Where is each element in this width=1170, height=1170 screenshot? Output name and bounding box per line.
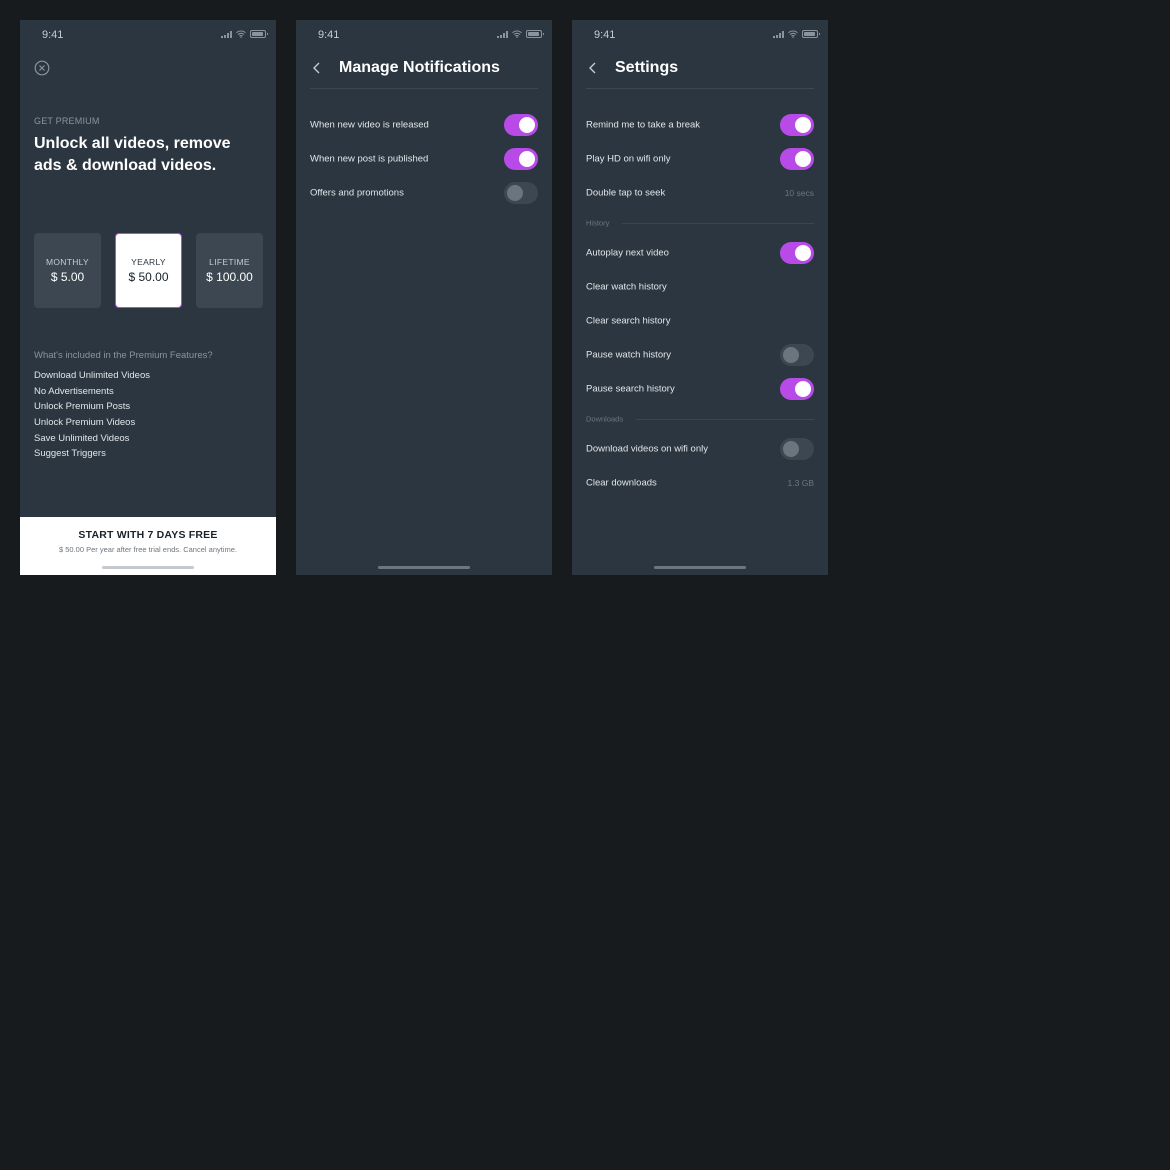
setting-row: Autoplay next video xyxy=(586,236,814,270)
plan-label: MONTHLY xyxy=(45,257,90,267)
feature-item: Unlock Premium Posts xyxy=(34,401,131,413)
close-icon[interactable] xyxy=(34,60,50,76)
setting-row: Pause watch history xyxy=(586,338,814,372)
row-label: Offers and promotions xyxy=(310,187,404,199)
row-label: Autoplay next video xyxy=(586,247,669,259)
row-label: Pause search history xyxy=(586,383,675,395)
notification-row: When new video is released xyxy=(310,108,538,142)
row-label: Play HD on wifi only xyxy=(586,153,671,165)
plan-lifetime[interactable]: LIFETIME $ 100.00 xyxy=(196,233,263,308)
home-indicator xyxy=(654,566,746,569)
toggle-switch[interactable] xyxy=(780,148,814,170)
toggle-switch[interactable] xyxy=(780,344,814,366)
wifi-icon xyxy=(512,30,522,38)
row-label: Pause watch history xyxy=(586,349,672,361)
premium-headline: Unlock all videos, remove ads & download… xyxy=(34,135,231,174)
section-header-history: History xyxy=(586,210,814,236)
battery-icon xyxy=(250,30,268,38)
feature-item: Unlock Premium Videos xyxy=(34,417,136,429)
start-trial-button[interactable]: START WITH 7 DAYS FREE $ 50.00 Per year … xyxy=(20,517,276,575)
home-indicator xyxy=(378,566,470,569)
signal-icon xyxy=(773,30,784,38)
battery-icon xyxy=(802,30,820,38)
cta-title: START WITH 7 DAYS FREE xyxy=(78,529,218,541)
row-label: Download videos on wifi only xyxy=(586,443,708,455)
plan-price: $ 5.00 xyxy=(50,270,85,284)
plan-monthly[interactable]: MONTHLY $ 5.00 xyxy=(34,233,101,308)
row-value: 10 secs xyxy=(784,188,814,198)
page-title: Settings xyxy=(615,59,679,76)
toggle-switch[interactable] xyxy=(780,242,814,264)
signal-icon xyxy=(221,30,232,38)
back-chevron-icon[interactable] xyxy=(310,61,324,75)
features-title: What's included in the Premium Features? xyxy=(34,350,213,361)
status-bar: 9:41 xyxy=(20,20,276,50)
setting-row[interactable]: Clear watch history xyxy=(586,270,814,304)
status-bar: 9:41 xyxy=(296,20,552,50)
notification-row: Offers and promotions xyxy=(310,176,538,210)
toggle-switch[interactable] xyxy=(780,438,814,460)
notifications-screen: 9:41 Manage Notifications When new video… xyxy=(296,20,552,575)
header: Settings xyxy=(586,56,814,89)
row-label: When new video is released xyxy=(310,119,429,131)
feature-item: No Advertisements xyxy=(34,385,114,397)
row-label: Clear downloads xyxy=(586,477,657,489)
section-header-downloads: Downloads xyxy=(586,406,814,432)
status-time: 9:41 xyxy=(42,29,64,41)
page-title: Manage Notifications xyxy=(339,59,500,76)
wifi-icon xyxy=(236,30,246,38)
plan-yearly[interactable]: YEARLY $ 50.00 xyxy=(115,233,182,308)
toggle-switch[interactable] xyxy=(780,378,814,400)
toggle-switch[interactable] xyxy=(504,114,538,136)
cta-subtitle: $ 50.00 Per year after free trial ends. … xyxy=(58,545,237,554)
section-label: Downloads xyxy=(586,414,632,424)
setting-row: Download videos on wifi only xyxy=(586,432,814,466)
wifi-icon xyxy=(788,30,798,38)
row-label: Double tap to seek xyxy=(586,187,666,199)
feature-item: Save Unlimited Videos xyxy=(34,432,130,444)
settings-screen: 9:41 Settings Remind me to take a break … xyxy=(572,20,828,575)
features-list: Download Unlimited Videos No Advertiseme… xyxy=(34,368,150,462)
section-label: History xyxy=(586,218,618,228)
setting-row[interactable]: Clear search history xyxy=(586,304,814,338)
feature-item: Download Unlimited Videos xyxy=(34,370,150,381)
settings-list: Remind me to take a break Play HD on wif… xyxy=(586,108,814,500)
plan-label: YEARLY xyxy=(131,257,166,267)
plan-options: MONTHLY $ 5.00 YEARLY $ 50.00 LIFETIME $… xyxy=(34,233,263,308)
signal-icon xyxy=(497,30,508,38)
notification-row: When new post is published xyxy=(310,142,538,176)
status-time: 9:41 xyxy=(318,29,340,41)
plan-price: $ 100.00 xyxy=(206,270,253,284)
toggle-switch[interactable] xyxy=(504,182,538,204)
header: Manage Notifications xyxy=(310,56,538,89)
setting-row: Play HD on wifi only xyxy=(586,142,814,176)
status-bar: 9:41 xyxy=(572,20,828,50)
row-label: When new post is published xyxy=(310,153,429,165)
premium-screen: 9:41 GET PREMIUM Unlock all videos, remo… xyxy=(20,20,276,575)
row-label: Remind me to take a break xyxy=(586,119,701,131)
plan-label: LIFETIME xyxy=(209,257,250,267)
notification-list: When new video is released When new post… xyxy=(310,108,538,210)
battery-icon xyxy=(526,30,544,38)
setting-row: Pause search history xyxy=(586,372,814,406)
home-indicator xyxy=(102,566,194,569)
row-value: 1.3 GB xyxy=(787,478,814,488)
plan-price: $ 50.00 xyxy=(128,270,169,284)
feature-item: Suggest Triggers xyxy=(34,448,106,460)
setting-row[interactable]: Double tap to seek 10 secs xyxy=(586,176,814,210)
setting-row[interactable]: Clear downloads 1.3 GB xyxy=(586,466,814,500)
premium-kicker: GET PREMIUM xyxy=(34,116,100,126)
back-chevron-icon[interactable] xyxy=(586,61,600,75)
toggle-switch[interactable] xyxy=(780,114,814,136)
status-time: 9:41 xyxy=(594,29,616,41)
setting-row: Remind me to take a break xyxy=(586,108,814,142)
row-label: Clear search history xyxy=(586,315,671,327)
row-label: Clear watch history xyxy=(586,281,667,293)
toggle-switch[interactable] xyxy=(504,148,538,170)
